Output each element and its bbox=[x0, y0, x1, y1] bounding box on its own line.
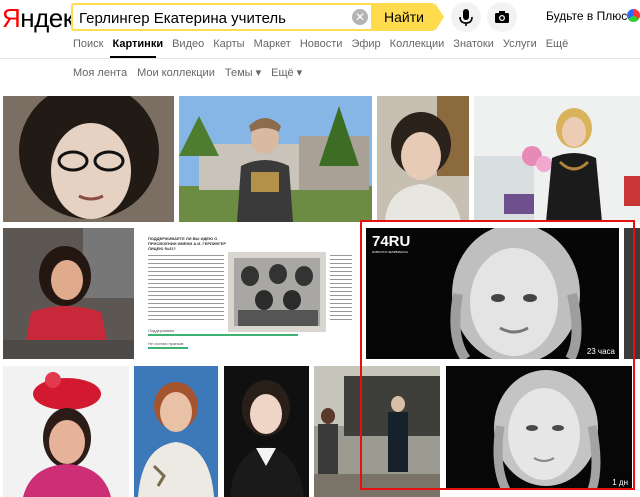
image-result[interactable] bbox=[134, 366, 218, 497]
image-search-button[interactable] bbox=[487, 2, 517, 32]
image-result[interactable] bbox=[3, 96, 174, 222]
service-tabs: Поиск Картинки Видео Карты Маркет Новост… bbox=[73, 36, 568, 56]
tab-efir[interactable]: Эфир bbox=[351, 36, 380, 56]
vote-no-label: Не считаю нужным bbox=[148, 341, 184, 346]
image-result[interactable] bbox=[3, 228, 134, 359]
subnav-my-collections[interactable]: Мои коллекции bbox=[137, 66, 215, 80]
vote-no-bar bbox=[148, 347, 188, 349]
camera-icon bbox=[495, 11, 509, 23]
portrait-photo bbox=[224, 366, 309, 497]
tab-search[interactable]: Поиск bbox=[73, 36, 103, 56]
search-box bbox=[71, 3, 373, 31]
image-result[interactable] bbox=[474, 96, 640, 222]
subnav-my-feed[interactable]: Моя лента bbox=[73, 66, 127, 80]
tab-more[interactable]: Ещё bbox=[546, 36, 569, 56]
image-result[interactable] bbox=[3, 366, 129, 497]
outdoor-portrait-photo bbox=[179, 96, 372, 222]
tab-market[interactable]: Маркет bbox=[254, 36, 291, 56]
portrait-photo bbox=[377, 96, 469, 222]
document-text bbox=[330, 252, 352, 322]
tab-news[interactable]: Новости bbox=[300, 36, 343, 56]
header-divider bbox=[0, 58, 640, 59]
image-result[interactable] bbox=[224, 366, 309, 497]
portrait-photo bbox=[3, 96, 174, 222]
tab-maps[interactable]: Карты bbox=[213, 36, 244, 56]
tab-collections[interactable]: Коллекции bbox=[390, 36, 445, 56]
vote-yes-bar bbox=[148, 334, 298, 336]
document-heading: ПОДДЕРЖИВАЕТЕ ЛИ ВЫ ИДЕЮ О ПРИСВОЕНИИ ИМ… bbox=[148, 236, 226, 251]
highlight-frame bbox=[360, 220, 635, 490]
microphone-icon bbox=[459, 9, 473, 26]
image-result[interactable]: ПОДДЕРЖИВАЕТЕ ЛИ ВЫ ИДЕЮ О ПРИСВОЕНИИ ИМ… bbox=[140, 228, 356, 359]
tab-znatoki[interactable]: Знатоки bbox=[453, 36, 494, 56]
subnav-topics[interactable]: Темы ▾ bbox=[225, 66, 261, 80]
voice-search-button[interactable] bbox=[451, 2, 481, 32]
archival-photo bbox=[228, 252, 326, 332]
portrait-photo bbox=[134, 366, 218, 497]
classroom-portrait-photo bbox=[474, 96, 640, 222]
tab-video[interactable]: Видео bbox=[172, 36, 204, 56]
hat-portrait-photo bbox=[3, 366, 129, 497]
subnav-more[interactable]: Ещё ▾ bbox=[271, 66, 302, 80]
search-input[interactable] bbox=[79, 9, 339, 27]
vote-yes-label: Поддерживаю bbox=[148, 328, 175, 333]
tab-services[interactable]: Услуги bbox=[503, 36, 537, 56]
image-result[interactable] bbox=[377, 96, 469, 222]
tab-images[interactable]: Картинки bbox=[112, 36, 163, 56]
image-result[interactable] bbox=[179, 96, 372, 222]
plus-link[interactable]: Будьте в Плюсе bbox=[546, 9, 634, 23]
plus-logo-icon[interactable] bbox=[627, 9, 640, 22]
clear-icon[interactable]: ✕ bbox=[352, 9, 368, 25]
subnav: Моя лента Мои коллекции Темы ▾ Ещё ▾ bbox=[73, 66, 302, 80]
search-button-arrow bbox=[435, 3, 444, 31]
portrait-photo bbox=[3, 228, 134, 359]
search-button[interactable]: Найти bbox=[373, 3, 435, 31]
document-text bbox=[148, 252, 224, 322]
